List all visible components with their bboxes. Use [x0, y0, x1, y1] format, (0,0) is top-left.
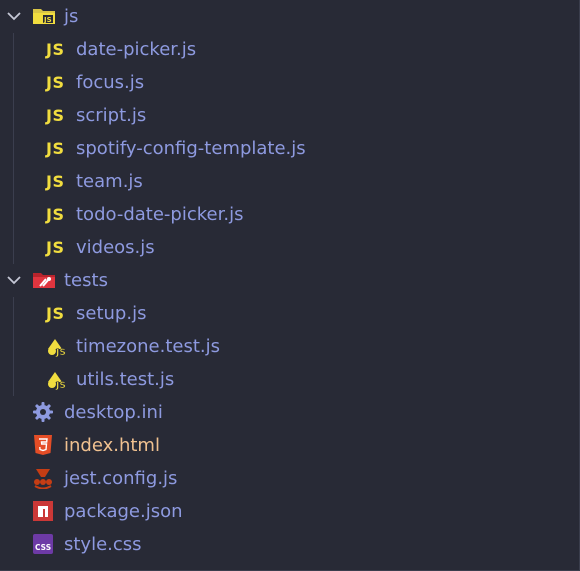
folder-label-js: js [64, 6, 79, 27]
html5-icon [30, 433, 56, 457]
file-label: desktop.ini [64, 402, 163, 423]
file-row[interactable]: package.json [0, 495, 580, 528]
svg-text:JS: JS [55, 348, 66, 357]
file-row[interactable]: JS timezone.test.js [0, 330, 580, 363]
file-row[interactable]: JS utils.test.js [0, 363, 580, 396]
file-label: package.json [64, 501, 183, 522]
file-row[interactable]: CSS style.css [0, 528, 580, 561]
file-label: style.css [64, 534, 142, 555]
file-label: jest.config.js [64, 468, 178, 489]
folder-row-js[interactable]: JS js [0, 0, 580, 33]
file-label: spotify-config-template.js [76, 138, 306, 159]
jest-test-icon: JS [44, 367, 70, 391]
file-row[interactable]: JS focus.js [0, 66, 580, 99]
svg-text:CSS: CSS [35, 543, 51, 552]
folder-row-tests[interactable]: tests [0, 264, 580, 297]
file-label: team.js [76, 171, 143, 192]
folder-test-icon [31, 268, 57, 292]
file-label: videos.js [76, 237, 155, 258]
file-row[interactable]: JS spotify-config-template.js [0, 132, 580, 165]
file-label: todo-date-picker.js [76, 204, 244, 225]
js-file-icon: JS [46, 106, 65, 125]
file-row[interactable]: jest.config.js [0, 462, 580, 495]
file-row[interactable]: desktop.ini [0, 396, 580, 429]
js-file-icon: JS [46, 73, 65, 92]
file-label: utils.test.js [76, 369, 175, 390]
file-row[interactable]: JS videos.js [0, 231, 580, 264]
js-file-icon: JS [46, 172, 65, 191]
chevron-down-icon[interactable] [6, 8, 22, 24]
settings-gear-icon [30, 400, 56, 424]
file-label: script.js [76, 105, 147, 126]
js-file-icon: JS [46, 205, 65, 224]
file-label: setup.js [76, 303, 147, 324]
js-file-icon: JS [46, 139, 65, 158]
file-label: index.html [64, 435, 160, 456]
chevron-down-icon[interactable] [6, 272, 22, 288]
js-file-icon: JS [46, 238, 65, 257]
jest-test-icon: JS [44, 334, 70, 358]
file-label: timezone.test.js [76, 336, 220, 357]
svg-text:JS: JS [55, 381, 66, 390]
js-file-icon: JS [46, 304, 65, 323]
file-explorer-tree: JS js JS date-picker.js JS focus.js JS s… [0, 0, 580, 571]
file-label: focus.js [76, 72, 145, 93]
file-row[interactable]: JS setup.js [0, 297, 580, 330]
file-label: date-picker.js [76, 39, 197, 60]
file-row[interactable]: index.html [0, 429, 580, 462]
file-row[interactable]: JS todo-date-picker.js [0, 198, 580, 231]
svg-text:JS: JS [43, 16, 52, 24]
file-row[interactable]: JS date-picker.js [0, 33, 580, 66]
folder-label-tests: tests [64, 270, 108, 291]
jest-icon [30, 466, 56, 490]
js-file-icon: JS [46, 40, 65, 59]
css-icon: CSS [30, 532, 56, 556]
npm-icon [30, 499, 56, 523]
file-row[interactable]: JS script.js [0, 99, 580, 132]
folder-js-icon: JS [31, 4, 57, 28]
file-row[interactable]: JS team.js [0, 165, 580, 198]
